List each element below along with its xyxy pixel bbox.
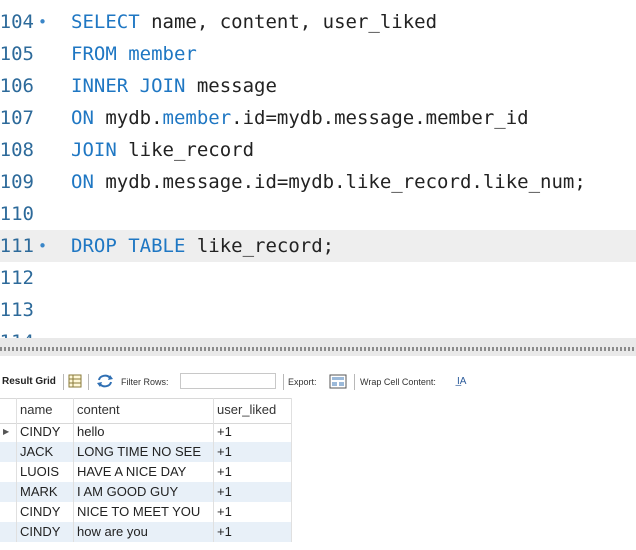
cell-name[interactable]: CINDY — [20, 422, 72, 442]
filter-rows-input[interactable] — [180, 373, 276, 389]
cell-user-liked[interactable]: +1 — [217, 522, 291, 542]
table-row[interactable]: CINDY how are you +1 — [0, 522, 292, 542]
editor-line[interactable]: 106 INNER JOIN message — [0, 70, 636, 102]
sql-text: mydb.message.id=mydb.like_record.like_nu… — [93, 171, 586, 193]
column-divider — [16, 398, 17, 542]
editor-line[interactable]: 105 FROM member — [0, 38, 636, 70]
editor-line[interactable]: 104 • SELECT name, content, user_liked — [0, 6, 636, 38]
toolbar-divider — [88, 374, 89, 390]
table-row[interactable]: JACK LONG TIME NO SEE +1 — [0, 442, 292, 462]
line-number: 114 — [0, 326, 34, 338]
result-grid-label[interactable]: Result Grid — [2, 370, 56, 394]
export-label: Export: — [288, 377, 317, 387]
wrap-cell-icon[interactable]: I̲A — [457, 370, 466, 394]
line-number: 106 — [0, 75, 34, 97]
table-row[interactable]: LUOIS HAVE A NICE DAY +1 — [0, 462, 292, 482]
cell-content[interactable]: HAVE A NICE DAY — [77, 462, 212, 482]
refresh-icon[interactable] — [96, 370, 114, 394]
sql-keyword: DROP TABLE — [71, 235, 186, 257]
code-text: SELECT name, content, user_liked — [71, 6, 437, 38]
table-row[interactable]: MARK I AM GOOD GUY +1 — [0, 482, 292, 502]
sql-keyword: JOIN — [71, 139, 117, 161]
column-divider — [213, 398, 214, 542]
editor-line[interactable]: 110 — [0, 198, 636, 230]
line-number: 107 — [0, 107, 34, 129]
column-header-name[interactable]: name — [20, 399, 72, 421]
statement-marker-icon[interactable]: • — [38, 6, 47, 38]
statement-marker-icon[interactable]: • — [38, 230, 47, 262]
table-row[interactable]: ▶ CINDY hello +1 — [0, 422, 292, 442]
export-icon[interactable] — [329, 370, 347, 394]
cell-user-liked[interactable]: +1 — [217, 502, 291, 522]
editor-line[interactable]: 113 — [0, 294, 636, 326]
code-text: ON mydb.member.id=mydb.message.member_id — [71, 102, 529, 134]
cell-content[interactable]: I AM GOOD GUY — [77, 482, 212, 502]
line-number: 108 — [0, 139, 34, 161]
cell-user-liked[interactable]: +1 — [217, 482, 291, 502]
editor-line[interactable]: 108 JOIN like_record — [0, 134, 636, 166]
line-number: 109 — [0, 171, 34, 193]
toolbar-divider — [354, 374, 355, 390]
sql-keyword: INNER JOIN — [71, 75, 186, 97]
editor-line[interactable]: 112 — [0, 262, 636, 294]
sql-keyword: member — [162, 107, 232, 129]
grid-icon[interactable] — [68, 370, 82, 394]
column-header-user-liked[interactable]: user_liked — [217, 399, 291, 421]
cell-name[interactable]: CINDY — [20, 502, 72, 522]
cell-user-liked[interactable]: +1 — [217, 422, 291, 442]
code-text: DROP TABLE like_record; — [71, 230, 334, 262]
code-text: ON mydb.message.id=mydb.like_record.like… — [71, 166, 586, 198]
sql-keyword: ON — [71, 107, 94, 129]
cell-name[interactable]: CINDY — [20, 522, 72, 542]
cell-name[interactable]: JACK — [20, 442, 72, 462]
result-toolbar: Result Grid Filter Rows: Export: Wrap Ce… — [0, 370, 636, 394]
code-text: INNER JOIN message — [71, 70, 277, 102]
line-number: 111 — [0, 235, 34, 257]
toolbar-divider — [283, 374, 284, 390]
line-number: 113 — [0, 299, 34, 321]
line-number: 105 — [0, 43, 34, 65]
editor-line[interactable]: 111 • DROP TABLE like_record; — [0, 230, 636, 262]
current-row-indicator-icon: ▶ — [3, 427, 10, 436]
panel-splitter[interactable] — [0, 338, 636, 356]
wrap-cell-content-label: Wrap Cell Content: — [360, 377, 436, 387]
sql-editor[interactable]: 104 • SELECT name, content, user_liked 105 F… — [0, 0, 636, 338]
sql-keyword: SELECT — [71, 11, 140, 33]
sql-keyword: ON — [71, 171, 94, 193]
toolbar-divider — [63, 374, 64, 390]
editor-line[interactable]: 109 ON mydb.message.id=mydb.like_record.l… — [0, 166, 636, 198]
line-number: 112 — [0, 267, 34, 289]
grid-header-row: name content user_liked — [0, 398, 292, 424]
cell-user-liked[interactable]: +1 — [217, 462, 291, 482]
cell-content[interactable]: NICE TO MEET YOU — [77, 502, 212, 522]
filter-rows-label: Filter Rows: — [121, 377, 169, 387]
sql-text: mydb. — [93, 107, 163, 129]
sql-text: like_record — [116, 139, 255, 161]
sql-text: like_record; — [185, 235, 335, 257]
sql-keyword: FROM member — [71, 43, 197, 65]
cell-name[interactable]: MARK — [20, 482, 72, 502]
column-header-content[interactable]: content — [77, 399, 212, 421]
cell-content[interactable]: hello — [77, 422, 212, 442]
editor-line[interactable]: 107 ON mydb.member.id=mydb.message.member… — [0, 102, 636, 134]
splitter-grip[interactable] — [0, 347, 636, 351]
cell-content[interactable]: LONG TIME NO SEE — [77, 442, 212, 462]
line-number: 110 — [0, 203, 34, 225]
table-row[interactable]: CINDY NICE TO MEET YOU +1 — [0, 502, 292, 522]
sql-text: name, content, user_liked — [139, 11, 438, 33]
editor-line[interactable]: 114 — [0, 326, 636, 338]
result-grid[interactable]: name content user_liked ▶ CINDY hello +1 JAC… — [0, 398, 636, 550]
sql-text: .id=mydb.message.member_id — [231, 107, 529, 129]
cell-user-liked[interactable]: +1 — [217, 442, 291, 462]
column-divider — [291, 398, 292, 542]
line-number: 104 — [0, 11, 34, 33]
cell-content[interactable]: how are you — [77, 522, 212, 542]
code-text: JOIN like_record — [71, 134, 254, 166]
cell-name[interactable]: LUOIS — [20, 462, 72, 482]
sql-text: message — [185, 75, 277, 97]
code-text: FROM member — [71, 38, 197, 70]
column-divider — [73, 398, 74, 542]
